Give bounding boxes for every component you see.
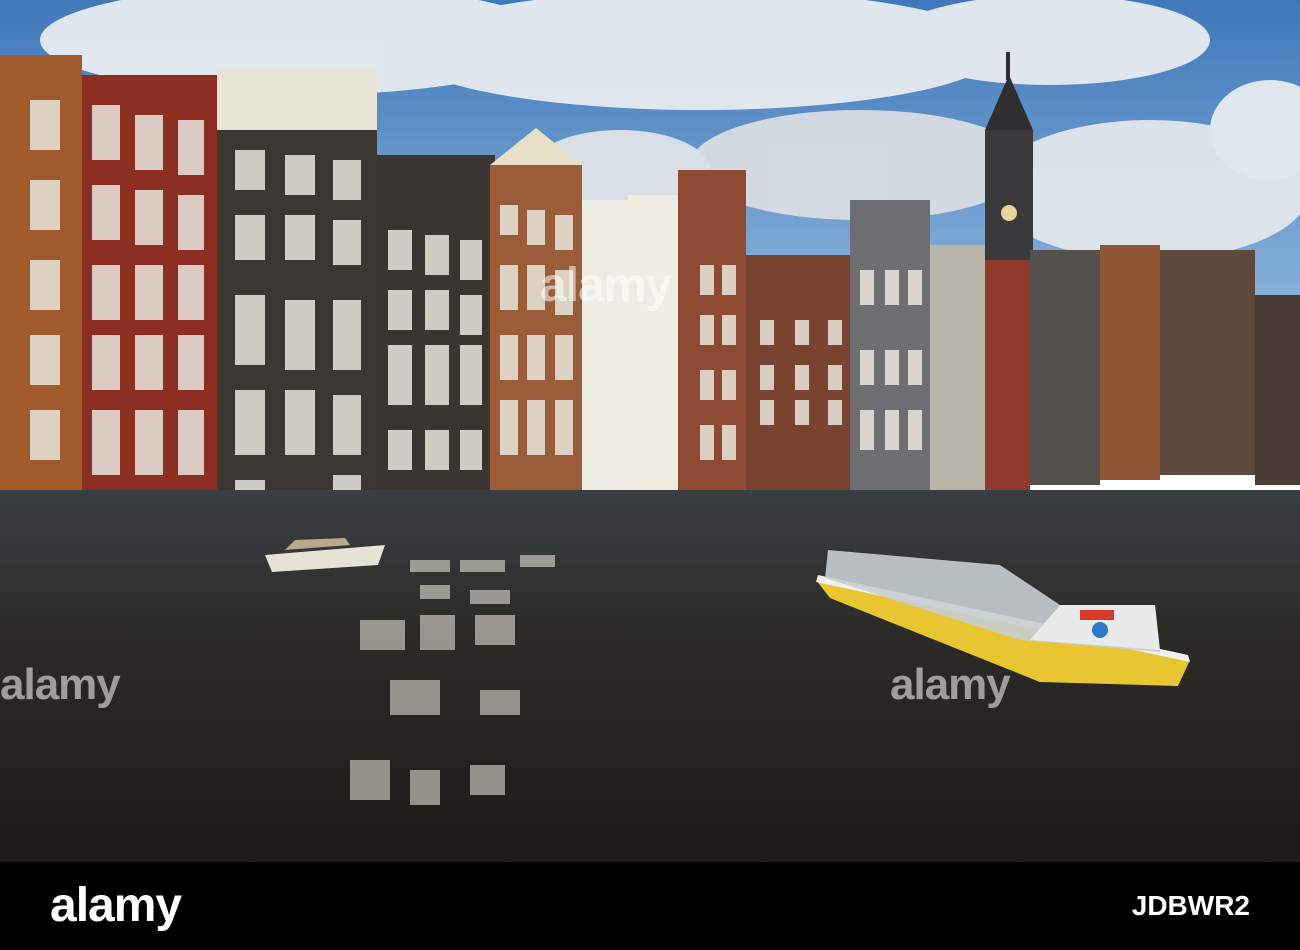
watermark-boat: alamy	[890, 660, 1011, 709]
watermark-left: alamy	[0, 660, 121, 709]
canal-photo: alamy alamy alamy	[0, 0, 1300, 862]
stock-footer-bar: alamy JDBWR2	[0, 862, 1300, 950]
image-id: JDBWR2	[1131, 890, 1250, 921]
canal-scene	[0, 0, 1300, 862]
watermark-center: alamy	[540, 259, 672, 312]
alamy-logo: alamy	[50, 879, 182, 932]
